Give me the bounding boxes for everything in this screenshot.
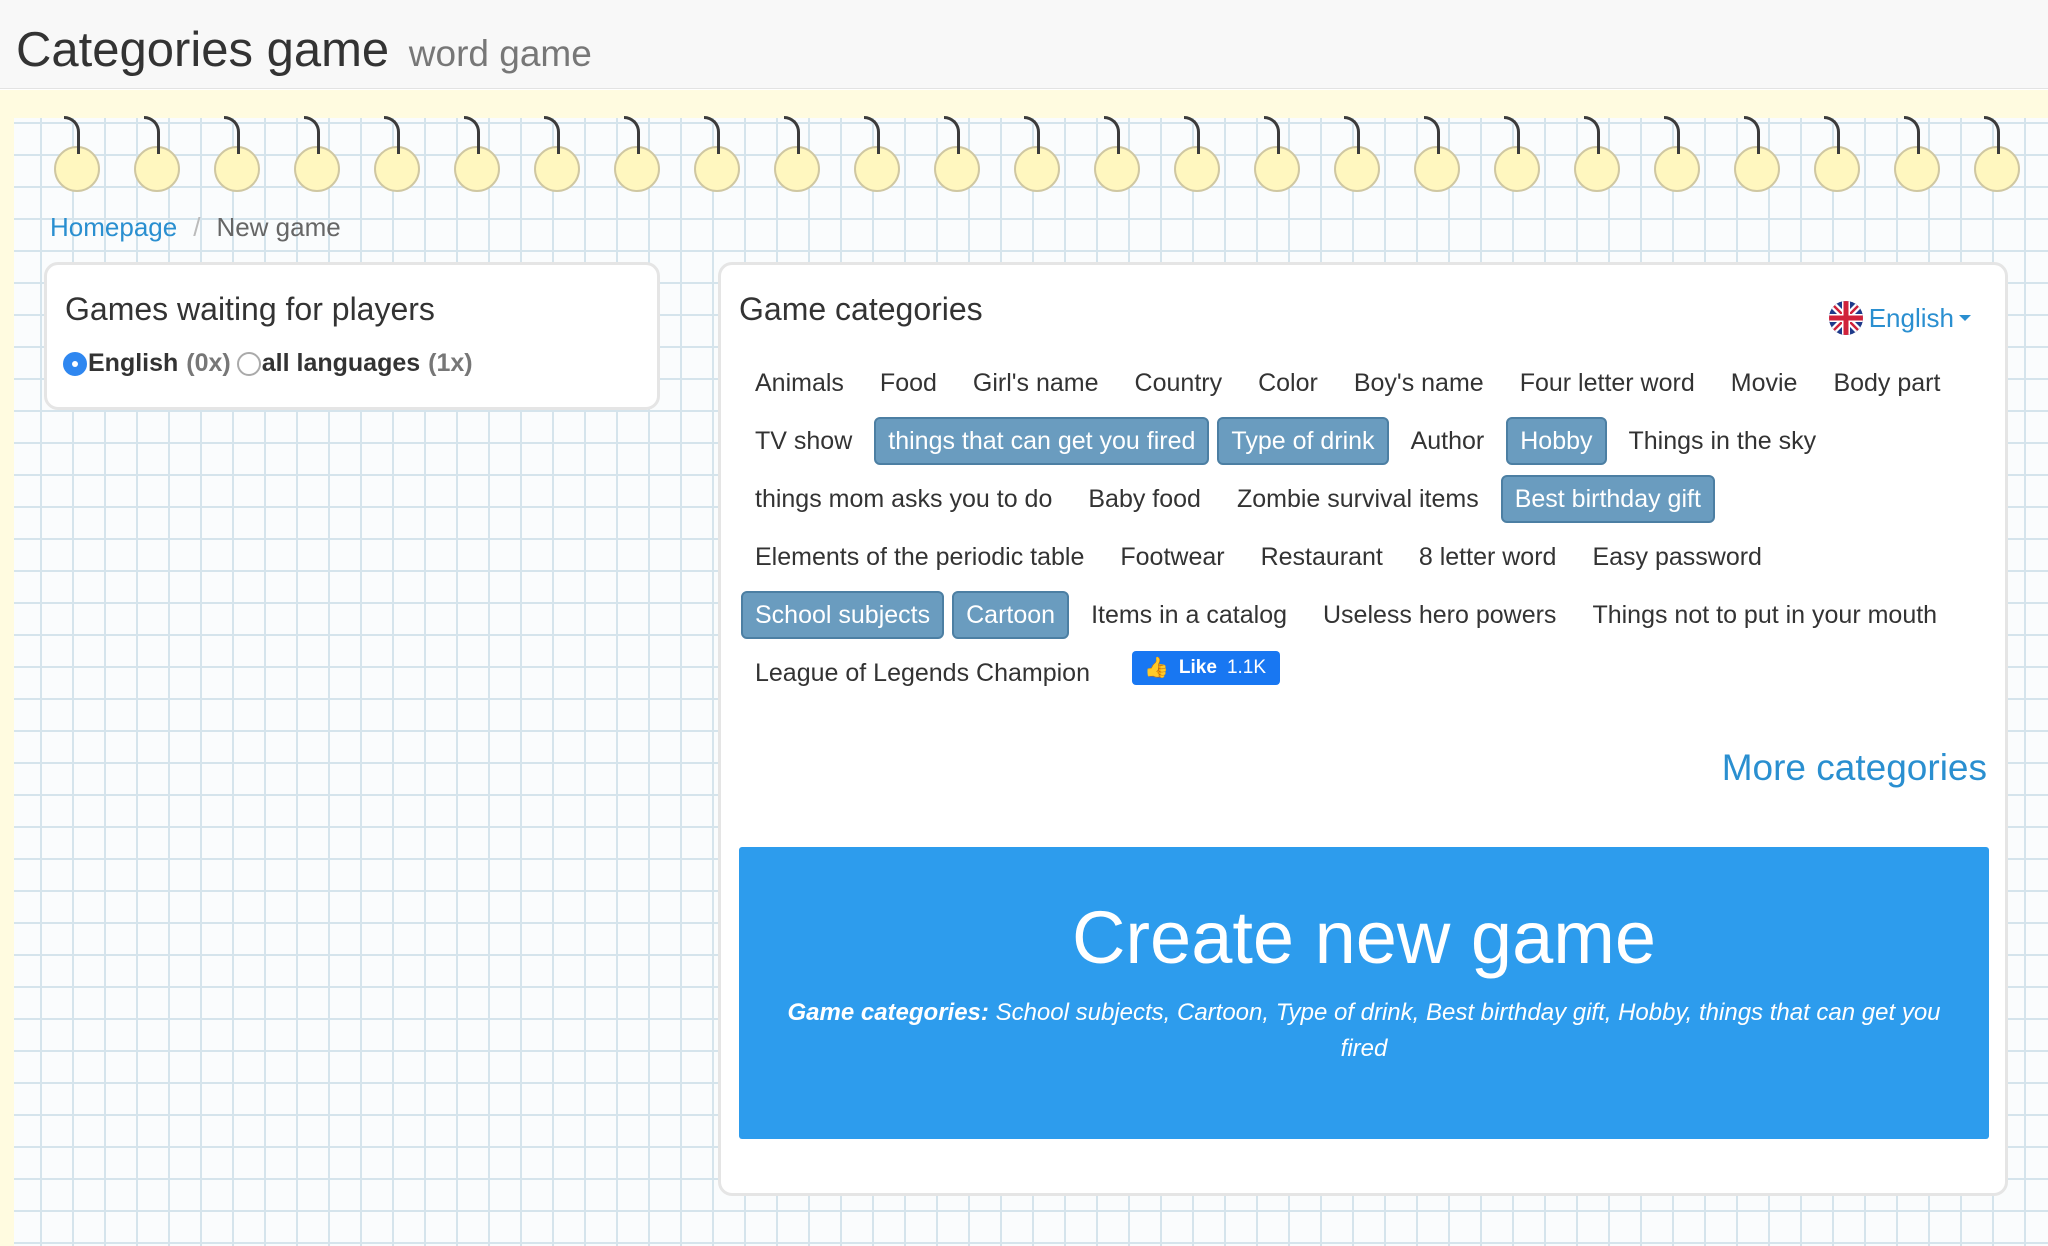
binding-hook bbox=[1504, 116, 1520, 154]
category-tag[interactable]: Cartoon bbox=[952, 591, 1070, 640]
category-tag[interactable]: League of Legends Champion bbox=[741, 649, 1104, 697]
binding-hook bbox=[144, 116, 160, 154]
selected-categories-summary: Game categories: School subjects, Cartoo… bbox=[779, 995, 1949, 1067]
breadcrumb-separator: / bbox=[193, 212, 201, 242]
binding-hook bbox=[304, 116, 320, 154]
category-tag[interactable]: Elements of the periodic table bbox=[741, 533, 1098, 581]
category-tag[interactable]: things that can get you fired bbox=[874, 417, 1210, 466]
top-navbar: Categories game word game bbox=[0, 0, 2048, 89]
binding-hook bbox=[1664, 116, 1680, 154]
binding-hook bbox=[64, 116, 80, 154]
binding-hook bbox=[1984, 116, 2000, 154]
brand-title: Categories game bbox=[16, 23, 390, 77]
category-tag[interactable]: Hobby bbox=[1506, 417, 1607, 466]
all-languages-game-count: (1x) bbox=[428, 349, 473, 377]
category-tag[interactable]: Things in the sky bbox=[1615, 417, 1831, 465]
selected-categories-value: School subjects, Cartoon, Type of drink,… bbox=[995, 999, 1941, 1062]
breadcrumb-current: New game bbox=[216, 212, 341, 242]
category-tag[interactable]: Zombie survival items bbox=[1223, 475, 1493, 523]
binding-hook bbox=[704, 116, 720, 154]
binding-hook bbox=[1584, 116, 1600, 154]
binding-hook bbox=[944, 116, 960, 154]
binding-hook bbox=[784, 116, 800, 154]
all-languages-radio[interactable] bbox=[236, 351, 261, 376]
selected-categories-label: Game categories: bbox=[787, 999, 989, 1026]
thumbs-up-icon: 👍 bbox=[1144, 657, 1169, 679]
facebook-like-button[interactable]: 👍 Like 1.1K bbox=[1132, 651, 1281, 685]
waiting-games-title: Games waiting for players bbox=[65, 291, 435, 327]
binding-hook bbox=[1024, 116, 1040, 154]
category-tag[interactable]: things mom asks you to do bbox=[741, 475, 1066, 523]
category-tag[interactable]: Useless hero powers bbox=[1309, 591, 1570, 639]
category-tag[interactable]: Movie bbox=[1717, 359, 1812, 407]
like-count: 1.1K bbox=[1226, 657, 1267, 678]
binding-hook bbox=[1264, 116, 1280, 154]
brand-subtitle: word game bbox=[408, 33, 592, 74]
binding-hook bbox=[1744, 116, 1760, 154]
category-tag[interactable]: School subjects bbox=[741, 591, 945, 640]
english-game-count: (0x) bbox=[186, 349, 231, 377]
category-tag[interactable]: 8 letter word bbox=[1405, 533, 1571, 581]
language-filter: English (0x) all languages (1x) bbox=[63, 349, 479, 378]
all-languages-radio-label[interactable]: all languages bbox=[262, 349, 420, 378]
caret-down-icon bbox=[1959, 315, 1971, 321]
category-tag[interactable]: Type of drink bbox=[1217, 417, 1389, 466]
binding-hook bbox=[1104, 116, 1120, 154]
binding-hook bbox=[624, 116, 640, 154]
category-tag[interactable]: Author bbox=[1397, 417, 1499, 465]
binding-hook bbox=[384, 116, 400, 154]
category-tag[interactable]: Items in a catalog bbox=[1077, 591, 1301, 639]
create-new-game-button[interactable]: Create new game Game categories: School … bbox=[739, 847, 1989, 1139]
category-tag[interactable]: Girl's name bbox=[959, 359, 1113, 407]
game-categories-panel: Game categories English Animals Food Girl'… bbox=[718, 262, 2008, 1196]
binding-hook bbox=[464, 116, 480, 154]
category-tag[interactable]: Restaurant bbox=[1247, 533, 1397, 581]
binding-hook bbox=[864, 116, 880, 154]
category-tag[interactable]: TV show bbox=[741, 417, 866, 465]
category-tag[interactable]: Four letter word bbox=[1506, 359, 1709, 407]
binding-hook bbox=[224, 116, 240, 154]
english-radio-label[interactable]: English bbox=[88, 349, 178, 378]
create-game-title: Create new game bbox=[1071, 896, 1657, 979]
waiting-games-panel: Games waiting for players English (0x) a… bbox=[44, 262, 660, 410]
category-tag[interactable]: Best birthday gift bbox=[1500, 475, 1715, 524]
language-label: English bbox=[1868, 302, 1954, 333]
category-tag[interactable]: Body part bbox=[1819, 359, 1954, 407]
categories-title: Game categories bbox=[739, 291, 983, 327]
category-tag[interactable]: Footwear bbox=[1106, 533, 1238, 581]
category-tag[interactable]: Food bbox=[866, 359, 951, 407]
more-categories-link[interactable]: More categories bbox=[1722, 747, 1987, 789]
binding-hook bbox=[1424, 116, 1440, 154]
category-tag[interactable]: Things not to put in your mouth bbox=[1578, 591, 1951, 639]
binding-hook bbox=[1184, 116, 1200, 154]
brand[interactable]: Categories game word game bbox=[16, 22, 592, 78]
uk-flag-icon bbox=[1828, 301, 1863, 335]
breadcrumb: Homepage / New game bbox=[50, 212, 341, 243]
english-radio[interactable] bbox=[63, 351, 87, 376]
binding-hook bbox=[1824, 116, 1840, 154]
binding-hook bbox=[544, 116, 560, 154]
category-tag[interactable]: Easy password bbox=[1578, 533, 1776, 581]
breadcrumb-home-link[interactable]: Homepage bbox=[50, 212, 177, 242]
like-label: Like bbox=[1178, 657, 1217, 678]
binding-hook bbox=[1904, 116, 1920, 154]
binding-hook bbox=[1344, 116, 1360, 154]
spiral-binding bbox=[14, 106, 2048, 206]
category-tag[interactable]: Country bbox=[1121, 359, 1237, 407]
category-tag[interactable]: Color bbox=[1244, 359, 1332, 407]
category-tag[interactable]: Baby food bbox=[1074, 475, 1215, 523]
category-tag-list: Animals Food Girl's name Country Color Boy's … bbox=[741, 353, 1981, 701]
language-dropdown[interactable]: English bbox=[1828, 301, 1971, 335]
category-tag[interactable]: Boy's name bbox=[1340, 359, 1498, 407]
category-tag[interactable]: Animals bbox=[741, 359, 858, 407]
